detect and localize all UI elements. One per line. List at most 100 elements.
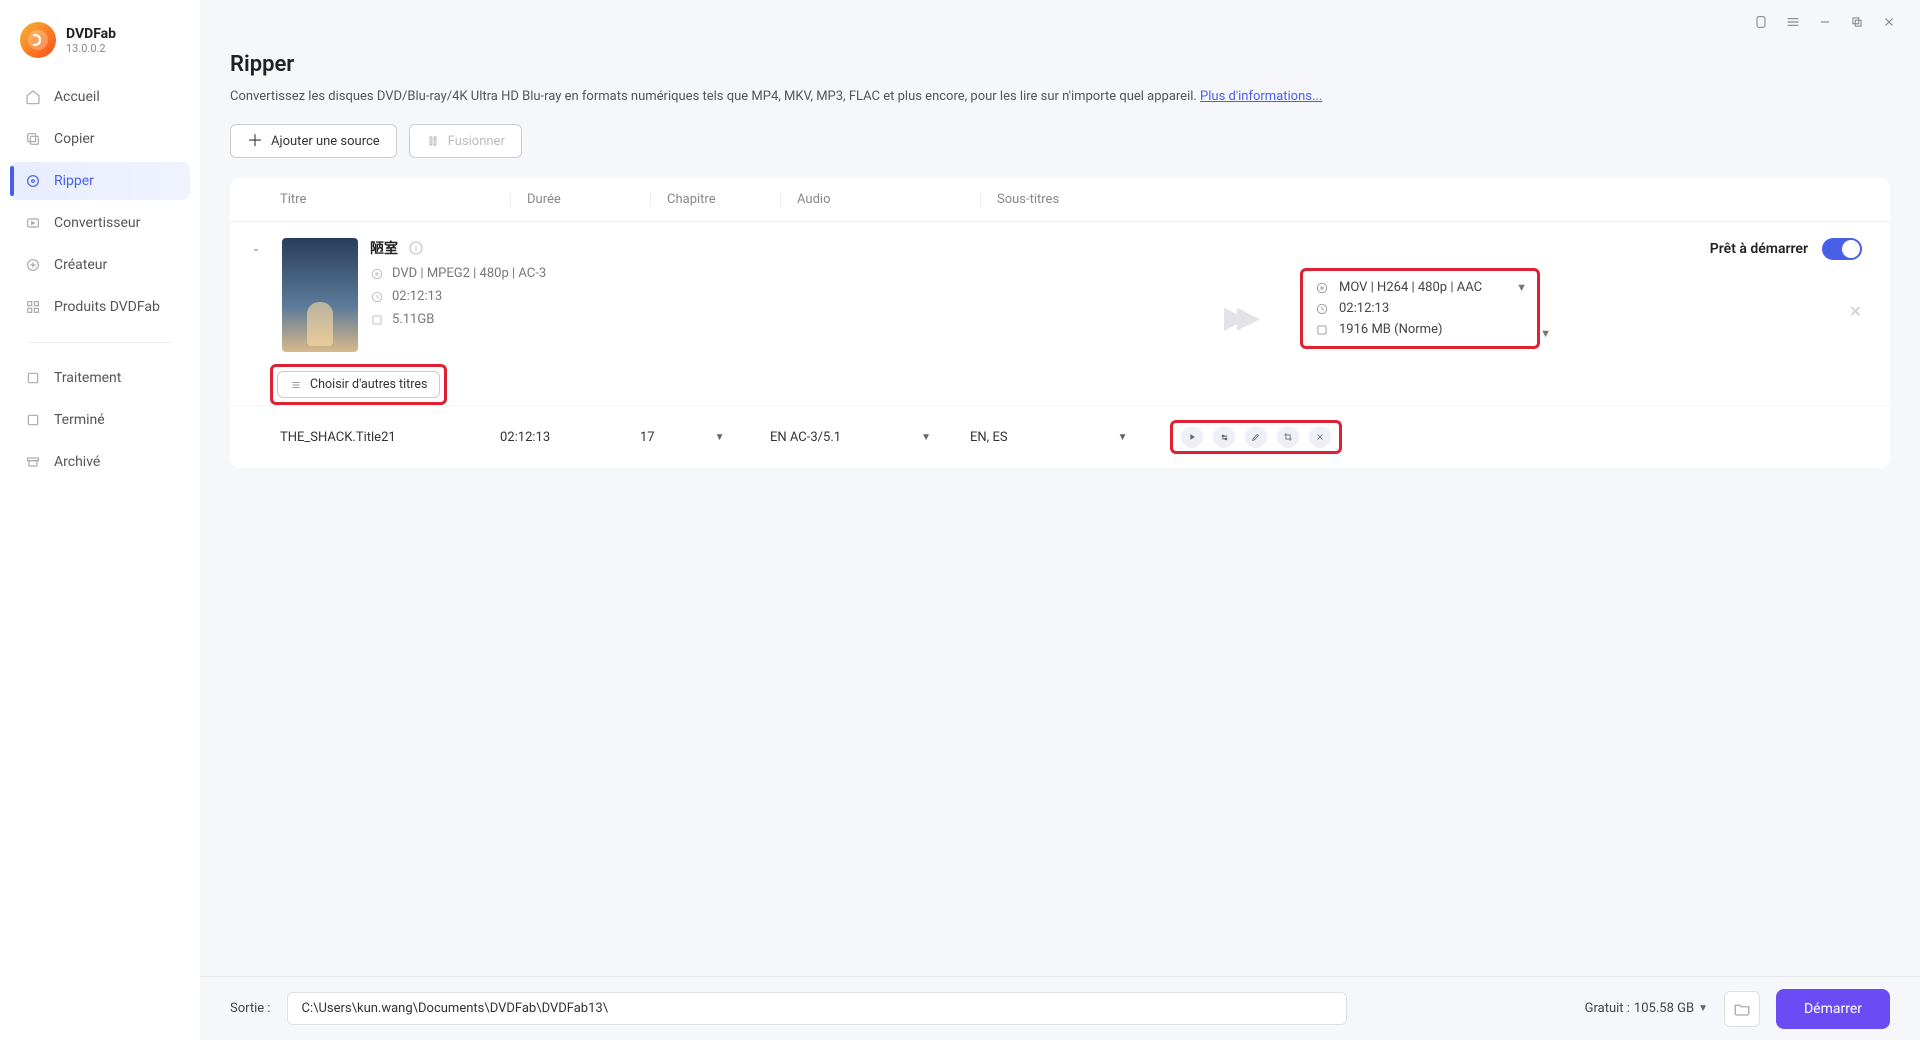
plus-icon: ＋	[247, 133, 263, 149]
output-duration: 02:12:13	[1339, 301, 1389, 316]
title-duration: 02:12:13	[500, 430, 640, 445]
disc-icon	[370, 267, 384, 281]
clock-icon	[370, 290, 384, 304]
sidebar-item-traitement[interactable]: Traitement	[10, 359, 190, 397]
more-info-link[interactable]: Plus d'informations...	[1200, 89, 1322, 104]
col-audio: Audio	[780, 192, 980, 207]
title-row[interactable]: THE_SHACK.Title21 02:12:13 17▼ EN AC-3/5…	[230, 405, 1890, 468]
maximize-icon[interactable]	[1848, 13, 1866, 31]
sidebar-item-termine[interactable]: Terminé	[10, 401, 190, 439]
menu-icon[interactable]	[1784, 13, 1802, 31]
start-button[interactable]: Démarrer	[1776, 989, 1890, 1029]
source-format: DVD | MPEG2 | 480p | AC-3	[392, 266, 546, 281]
choose-other-titles-button[interactable]: Choisir d'autres titres	[277, 371, 440, 398]
source-table: Titre Durée Chapitre Audio Sous-titres 陋…	[230, 178, 1890, 468]
source-size: 5.11GB	[392, 312, 434, 327]
merge-icon	[426, 134, 440, 148]
info-icon[interactable]	[408, 240, 424, 256]
content: Ripper Convertissez les disques DVD/Blu-…	[200, 44, 1920, 976]
size-icon	[1315, 323, 1329, 337]
sidebar-item-copier[interactable]: Copier	[10, 120, 190, 158]
chevron-down-icon: ▼	[1516, 281, 1527, 294]
ripper-icon	[24, 172, 42, 190]
title-subtitle-select[interactable]: EN, ES▼	[970, 430, 1170, 445]
title-chapter-select[interactable]: 17▼	[640, 430, 770, 445]
home-icon	[24, 88, 42, 106]
app-name: DVDFab	[66, 26, 116, 42]
close-icon[interactable]	[1880, 13, 1898, 31]
source-name: 陋室	[370, 238, 398, 258]
sidebar-item-label: Convertisseur	[54, 215, 140, 231]
minimize-icon[interactable]	[1816, 13, 1834, 31]
edit-button[interactable]	[1245, 426, 1267, 448]
sidebar: DVDFab 13.0.0.2 Accueil Copier Ripper Co…	[0, 0, 200, 1040]
sidebar-item-label: Copier	[54, 131, 95, 147]
notification-icon[interactable]	[1752, 13, 1770, 31]
sidebar-item-createur[interactable]: Créateur	[10, 246, 190, 284]
merge-button[interactable]: Fusionner	[409, 124, 522, 158]
archive-icon	[24, 453, 42, 471]
choose-titles-highlight: Choisir d'autres titres	[270, 364, 447, 405]
ready-label: Prêt à démarrer	[1710, 241, 1808, 257]
sidebar-item-label: Accueil	[54, 89, 100, 105]
title-name: THE_SHACK.Title21	[280, 430, 500, 445]
output-path-field[interactable]: C:\Users\kun.wang\Documents\DVDFab\DVDFa…	[287, 992, 1347, 1025]
sidebar-item-accueil[interactable]: Accueil	[10, 78, 190, 116]
col-duree: Durée	[510, 192, 650, 207]
chevron-down-icon: ▼	[1540, 327, 1551, 340]
output-size: 1916 MB (Norme)	[1339, 322, 1443, 337]
processing-icon	[24, 369, 42, 387]
clock-icon	[1315, 302, 1329, 316]
add-source-button[interactable]: ＋ Ajouter une source	[230, 124, 397, 158]
col-chapitre: Chapitre	[650, 192, 780, 207]
main: Ripper Convertissez les disques DVD/Blu-…	[200, 0, 1920, 1040]
sidebar-item-convertisseur[interactable]: Convertisseur	[10, 204, 190, 242]
titlebar	[200, 0, 1920, 44]
source-row: 陋室 DVD | MPEG2 | 480p | AC-3 02:12:13 5.…	[230, 222, 1890, 358]
remove-source-button[interactable]: ✕	[1849, 302, 1862, 321]
chevron-down-icon: ▼	[1118, 432, 1128, 443]
source-duration: 02:12:13	[392, 289, 442, 304]
app-version: 13.0.0.2	[66, 42, 116, 55]
sidebar-item-label: Créateur	[54, 257, 107, 273]
col-sous-titres: Sous-titres	[980, 192, 1160, 207]
brand: DVDFab 13.0.0.2	[0, 14, 200, 76]
sidebar-item-label: Archivé	[54, 454, 100, 470]
table-header: Titre Durée Chapitre Audio Sous-titres	[230, 178, 1890, 222]
page-title: Ripper	[230, 52, 1890, 77]
chevron-down-icon: ▼	[715, 432, 725, 443]
expand-toggle[interactable]	[250, 238, 270, 352]
settings-button[interactable]	[1213, 426, 1235, 448]
col-titre: Titre	[280, 192, 510, 207]
output-profile-box[interactable]: ▼ ▼ MOV | H264 | 480p | AAC 02:12:13 191…	[1300, 268, 1540, 349]
sidebar-item-label: Traitement	[54, 370, 121, 386]
products-icon	[24, 298, 42, 316]
creator-icon	[24, 256, 42, 274]
disc-icon	[1315, 281, 1329, 295]
sidebar-item-produits[interactable]: Produits DVDFab	[10, 288, 190, 326]
title-audio-select[interactable]: EN AC-3/5.1▼	[770, 430, 970, 445]
nav: Accueil Copier Ripper Convertisseur Créa…	[0, 76, 200, 483]
sidebar-item-archive[interactable]: Archivé	[10, 443, 190, 481]
footer: Sortie : C:\Users\kun.wang\Documents\DVD…	[200, 976, 1920, 1040]
output-format: MOV | H264 | 480p | AAC	[1339, 280, 1482, 295]
title-actions-highlight	[1170, 420, 1342, 454]
sidebar-item-ripper[interactable]: Ripper	[10, 162, 190, 200]
size-icon	[370, 313, 384, 327]
play-preview-button[interactable]	[1181, 426, 1203, 448]
remove-title-button[interactable]	[1309, 426, 1331, 448]
output-label: Sortie :	[230, 1001, 271, 1016]
free-space[interactable]: Gratuit : 105.58 GB ▼	[1585, 1001, 1708, 1016]
chevron-down-icon: ▼	[921, 432, 931, 443]
crop-button[interactable]	[1277, 426, 1299, 448]
list-icon	[290, 379, 302, 391]
ready-toggle[interactable]	[1822, 238, 1862, 260]
done-icon	[24, 411, 42, 429]
page-description: Convertissez les disques DVD/Blu-ray/4K …	[230, 89, 1890, 104]
sidebar-item-label: Ripper	[54, 173, 94, 189]
browse-folder-button[interactable]	[1724, 991, 1760, 1027]
nav-separator	[28, 342, 172, 343]
copy-icon	[24, 130, 42, 148]
convert-icon	[24, 214, 42, 232]
transfer-arrows-icon: ▶▶	[1224, 300, 1250, 335]
